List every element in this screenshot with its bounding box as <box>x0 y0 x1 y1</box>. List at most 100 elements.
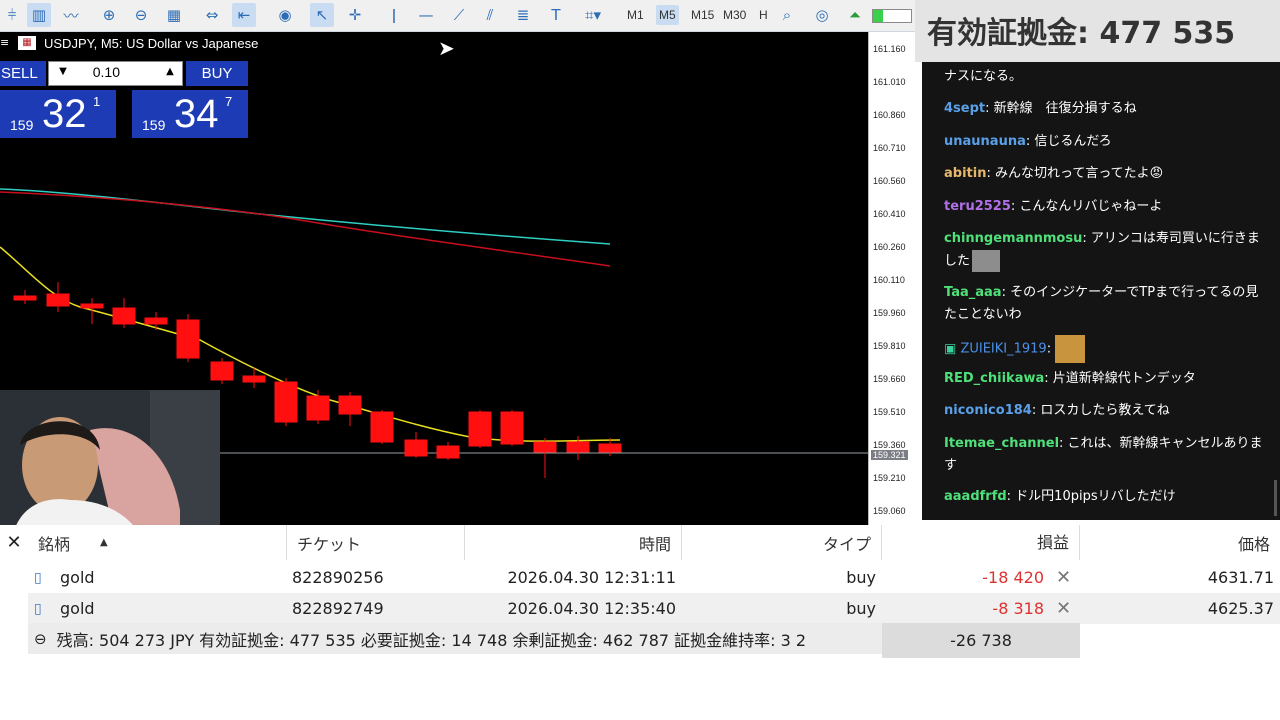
trendline-icon[interactable]: ⟋ <box>447 3 471 27</box>
grid-icon[interactable]: ▦ <box>162 3 186 27</box>
fibonacci-icon[interactable]: ≣ <box>511 3 535 27</box>
chat-panel: ナスになる。 4sept: 新幹線 往復分損するね unaunauna: 信じる… <box>922 62 1280 520</box>
line-chart-icon[interactable]: 〰 <box>59 3 83 27</box>
sell-quote-prefix: 159 <box>10 117 34 133</box>
sell-button[interactable]: SELL <box>0 61 46 86</box>
timeframe-m15[interactable]: M15 <box>688 5 717 25</box>
timeframe-m5[interactable]: M5 <box>656 5 679 25</box>
column-header-symbol[interactable]: 銘柄 ▲ <box>28 525 287 560</box>
type-cell: buy <box>846 568 876 587</box>
margin-header-text: 有効証拠金: 477 535 <box>927 16 1236 51</box>
price-cell: 4631.71 <box>1207 568 1274 587</box>
chat-username: chinngemannmosu <box>944 231 1083 246</box>
zoom-in-icon[interactable]: ⊕ <box>97 3 121 27</box>
chat-username: abitin <box>944 166 987 181</box>
buy-quote[interactable]: 159 34 7 <box>132 90 248 138</box>
table-row[interactable]: ▯ gold 822892749 2026.04.30 12:35:40 buy… <box>28 593 1280 624</box>
price-label: 159.510 <box>873 407 906 417</box>
chat-scrollbar[interactable] <box>1274 480 1277 516</box>
crosshair-icon[interactable]: ✛ <box>343 3 367 27</box>
sell-quote-fraction: 1 <box>93 94 101 109</box>
mouse-cursor-icon: ➤ <box>438 36 455 60</box>
chat-message: aaadfrfd: ドル円10pipsリバしただけ <box>944 489 1176 504</box>
zoom-out-icon[interactable]: ⊖ <box>129 3 153 27</box>
autoscroll-icon[interactable]: ⇔ <box>200 3 224 27</box>
shapes-dropdown-icon[interactable]: ⌗▾ <box>576 3 610 27</box>
ma-red-line <box>0 191 611 267</box>
signal-icon: ⏶ <box>848 6 861 24</box>
lot-size-value[interactable]: 0.10 <box>70 64 120 80</box>
close-icon[interactable]: ✕ <box>0 525 28 560</box>
account-icon[interactable]: ◎ <box>810 3 834 27</box>
price-label: 159.210 <box>873 473 906 483</box>
chat-message: 4sept: 新幹線 往復分損するね <box>944 101 1137 116</box>
price-label: 160.860 <box>873 110 906 120</box>
chat-message: Taa_aaa: そのインジケーターでTPまで行ってるの見たことないわ <box>944 285 1259 322</box>
chat-text: 新幹線 往復分損するね <box>993 101 1137 116</box>
webcam-overlay <box>0 390 220 525</box>
chat-message: abitin: みんな切れって言ってたよ😡 <box>944 166 1164 181</box>
buy-quote-fraction: 7 <box>225 94 233 109</box>
type-cell: buy <box>846 599 876 618</box>
chart-shift-icon[interactable]: ⇤ <box>232 3 256 27</box>
summary-text: 残高: 504 273 JPY 有効証拠金: 477 535 必要証拠金: 14… <box>56 630 807 650</box>
chat-username: ZUIEIKI_1919 <box>960 341 1047 357</box>
chat-username: 4sept <box>944 101 986 116</box>
symbol-cell: gold <box>60 568 95 587</box>
chat-username: RED_chiikawa <box>944 371 1045 386</box>
chat-username: teru2525 <box>944 199 1011 214</box>
chat-text: 信じるんだろ <box>1034 134 1112 149</box>
price-label: 160.560 <box>873 176 906 186</box>
column-header-type[interactable]: タイプ <box>682 525 882 560</box>
chat-message: ナスになる。 <box>944 66 1264 88</box>
chat-message: RED_chiikawa: 片道新幹線代トンデッタ <box>944 371 1196 386</box>
connection-bar <box>872 9 912 23</box>
price-label: 159.360 <box>873 440 906 450</box>
cursor-icon[interactable]: ↖ <box>310 3 334 27</box>
screenshot-icon[interactable]: ◉ <box>273 3 297 27</box>
lot-increase-icon[interactable]: ▲ <box>160 62 180 81</box>
chat-username: Itemae_channel <box>944 436 1060 451</box>
column-header-profit[interactable]: 損益 <box>882 525 1080 560</box>
candlestick-chart-icon[interactable]: ▥ <box>27 3 51 27</box>
price-label: 159.960 <box>873 308 906 318</box>
chat-message: Itemae_channel: これは、新幹線キャンセルあります <box>944 436 1263 473</box>
column-header-price[interactable]: 価格 <box>1080 525 1280 560</box>
symbol-cell: gold <box>60 599 95 618</box>
price-label: 159.660 <box>873 374 906 384</box>
vertical-line-icon[interactable]: ǀ <box>382 3 406 27</box>
profit-cell: -18 420 <box>982 568 1044 587</box>
price-label: 159.060 <box>873 506 906 516</box>
price-axis: 161.160 161.010 160.860 160.710 160.560 … <box>868 32 916 525</box>
column-header-time[interactable]: 時間 <box>465 525 682 560</box>
close-position-icon[interactable]: ✕ <box>1056 562 1071 593</box>
sell-quote[interactable]: 159 32 1 <box>0 90 116 138</box>
timeframe-m30[interactable]: M30 <box>720 5 749 25</box>
search-icon[interactable]: ⌕ <box>775 3 799 27</box>
table-row[interactable]: ▯ gold 822890256 2026.04.30 12:31:11 buy… <box>28 562 1280 593</box>
horizontal-line-icon[interactable]: — <box>414 3 438 27</box>
chat-text: 片道新幹線代トンデッタ <box>1052 371 1196 386</box>
column-header-ticket[interactable]: チケット <box>287 525 465 560</box>
buy-quote-prefix: 159 <box>142 117 166 133</box>
price-cell: 4625.37 <box>1207 599 1274 618</box>
cat-emote-icon <box>972 250 1001 272</box>
close-position-icon[interactable]: ✕ <box>1056 593 1071 624</box>
bar-chart-icon[interactable]: ⫩ <box>0 3 24 27</box>
chat-text: ロスカしたら教えてね <box>1040 403 1170 418</box>
collapse-icon[interactable]: ⊖ <box>34 630 47 648</box>
timeframe-h[interactable]: H <box>756 5 771 25</box>
buy-button[interactable]: BUY <box>186 61 248 86</box>
timeframe-m1[interactable]: M1 <box>624 5 647 25</box>
channel-icon[interactable]: ⫽ <box>478 3 502 27</box>
chat-username: Taa_aaa <box>944 285 1002 300</box>
document-icon: ▯ <box>34 569 42 586</box>
chat-username: unaunauna <box>944 134 1026 149</box>
chat-username: aaadfrfd <box>944 489 1007 504</box>
price-label: 159.810 <box>873 341 906 351</box>
price-label: 160.710 <box>873 143 906 153</box>
chat-message: chinngemannmosu: アリンコは寿司買いに行きました <box>944 228 1264 273</box>
price-label: 161.010 <box>873 77 906 87</box>
text-tool-icon[interactable]: T <box>544 3 568 27</box>
chat-message: teru2525: こんなんリバじゃねーよ <box>944 199 1163 214</box>
